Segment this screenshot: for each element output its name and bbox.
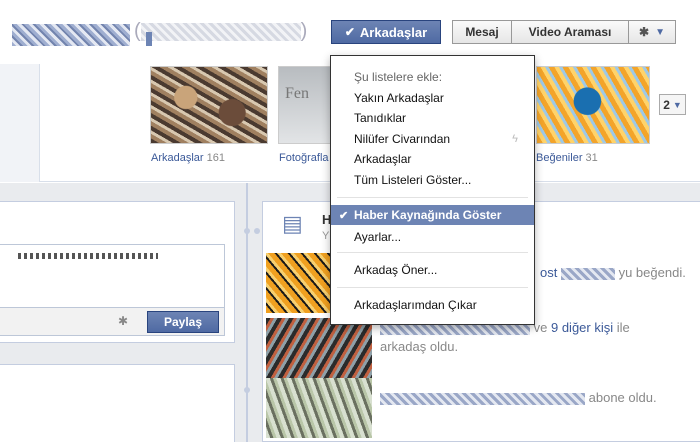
more-sections-button[interactable]: 2 ▼ <box>659 94 686 115</box>
menu-item-close-friends[interactable]: Yakın Arkadaşlar <box>331 88 534 108</box>
feed-story-friends-second: arkadaş oldu. <box>380 339 459 354</box>
timeline-dot <box>244 228 250 234</box>
friends-dropdown-menu: Şu listelere ekle: Yakın Arkadaşlar Tanı… <box>330 55 535 325</box>
feed-story-text: abone oldu. <box>588 390 657 405</box>
photos-link[interactable]: Fotoğrafla <box>279 152 329 164</box>
menu-item-acquaintances[interactable]: Tanıdıklar <box>331 108 534 128</box>
feed-others-link[interactable]: 9 diğer kişi <box>551 320 613 335</box>
profile-name: () <box>12 20 312 48</box>
likes-link[interactable]: Beğeniler 31 <box>536 152 598 164</box>
menu-item-unfriend[interactable]: Arkadaşlarımdan Çıkar <box>331 295 534 315</box>
caret-down-icon: ▼ <box>672 99 682 110</box>
menu-item-location-list[interactable]: Nilüfer Civarından ϟ <box>331 129 534 149</box>
friends-button-label: Arkadaşlar <box>359 24 428 40</box>
menu-item-label: Ayarlar... <box>354 230 402 244</box>
news-card-subtitle: Y <box>322 230 330 242</box>
menu-divider <box>337 197 528 198</box>
message-button[interactable]: Mesaj <box>452 20 512 44</box>
share-button[interactable]: Paylaş <box>147 311 219 333</box>
menu-divider <box>337 287 528 288</box>
menu-item-label: Arkadaşlar <box>354 152 412 166</box>
menu-item-label: Arkadaş Öner... <box>354 263 438 277</box>
video-call-button-label: Video Araması <box>528 25 612 39</box>
blurred-name <box>380 392 585 405</box>
check-icon: ✔ <box>344 25 355 39</box>
photos-thumb-text: Fen <box>285 85 309 102</box>
feed-story-text: yu beğendi. <box>618 265 686 280</box>
feed-image[interactable] <box>266 378 372 438</box>
video-call-button[interactable]: Video Araması <box>511 20 629 44</box>
more-sections-count: 2 <box>663 97 670 112</box>
caret-down-icon: ▼ <box>655 26 665 38</box>
newsfeed-icon: ▤ <box>282 211 303 236</box>
options-button[interactable]: ✱ ▼ <box>628 20 676 44</box>
feed-story-like: ost yu beğendi. <box>540 265 686 280</box>
gear-icon[interactable]: ✱ <box>118 314 128 328</box>
feed-story-subscribe: abone oldu. <box>380 390 657 405</box>
friends-thumbnail[interactable] <box>150 66 268 144</box>
photos-thumbnail[interactable]: Fen <box>278 66 334 144</box>
blurred-activity-text <box>18 253 158 259</box>
friends-link[interactable]: Arkadaşlar 161 <box>151 152 225 164</box>
menu-item-label: Arkadaşlarımdan Çıkar <box>354 298 477 312</box>
timeline-dot <box>244 387 250 393</box>
friends-button[interactable]: ✔ Arkadaşlar <box>331 20 441 44</box>
menu-item-label: Tanıdıklar <box>354 111 407 125</box>
check-icon: ✔ <box>339 209 349 222</box>
menu-item-suggest-friends[interactable]: Arkadaş Öner... <box>331 260 534 280</box>
friends-count: 161 <box>206 152 225 164</box>
menu-item-label: Nilüfer Civarından <box>354 132 451 146</box>
selection-indicator <box>146 32 152 46</box>
timeline-spine <box>246 183 248 442</box>
blurred-name <box>12 24 130 46</box>
menu-heading: Şu listelere ekle: <box>354 70 443 84</box>
photos-link-label: Fotoğrafla <box>279 152 329 164</box>
likes-link-label: Beğeniler <box>536 152 583 164</box>
menu-item-settings[interactable]: Ayarlar... <box>331 227 534 247</box>
blurred-name <box>560 267 615 280</box>
blurred-alt-name: () <box>134 20 308 42</box>
feed-story-text: ve <box>533 320 548 335</box>
profile-picture-edge <box>0 64 40 182</box>
menu-divider <box>337 252 528 253</box>
timeline-dot <box>254 228 260 234</box>
friends-link-label: Arkadaşlar <box>151 152 204 164</box>
menu-item-label: Haber Kaynağında Göster <box>354 208 502 222</box>
feed-image[interactable] <box>266 318 372 378</box>
gear-icon: ✱ <box>639 25 650 39</box>
menu-item-label: Yakın Arkadaşlar <box>354 91 444 105</box>
message-button-label: Mesaj <box>465 25 499 39</box>
menu-item-show-in-news-feed[interactable]: ✔ Haber Kaynağında Göster <box>331 205 534 225</box>
activity-card <box>0 364 235 442</box>
likes-thumbnail[interactable] <box>536 66 650 144</box>
menu-item-show-all-lists[interactable]: Tüm Listeleri Göster... <box>331 170 534 190</box>
lightning-icon: ϟ <box>512 133 518 145</box>
feed-page-link[interactable]: ost <box>540 265 557 280</box>
menu-item-friends[interactable]: Arkadaşlar <box>331 149 534 169</box>
menu-item-label: Tüm Listeleri Göster... <box>354 173 472 187</box>
likes-count: 31 <box>585 152 598 164</box>
feed-story-text: ile <box>616 320 630 335</box>
share-button-label: Paylaş <box>163 315 203 329</box>
